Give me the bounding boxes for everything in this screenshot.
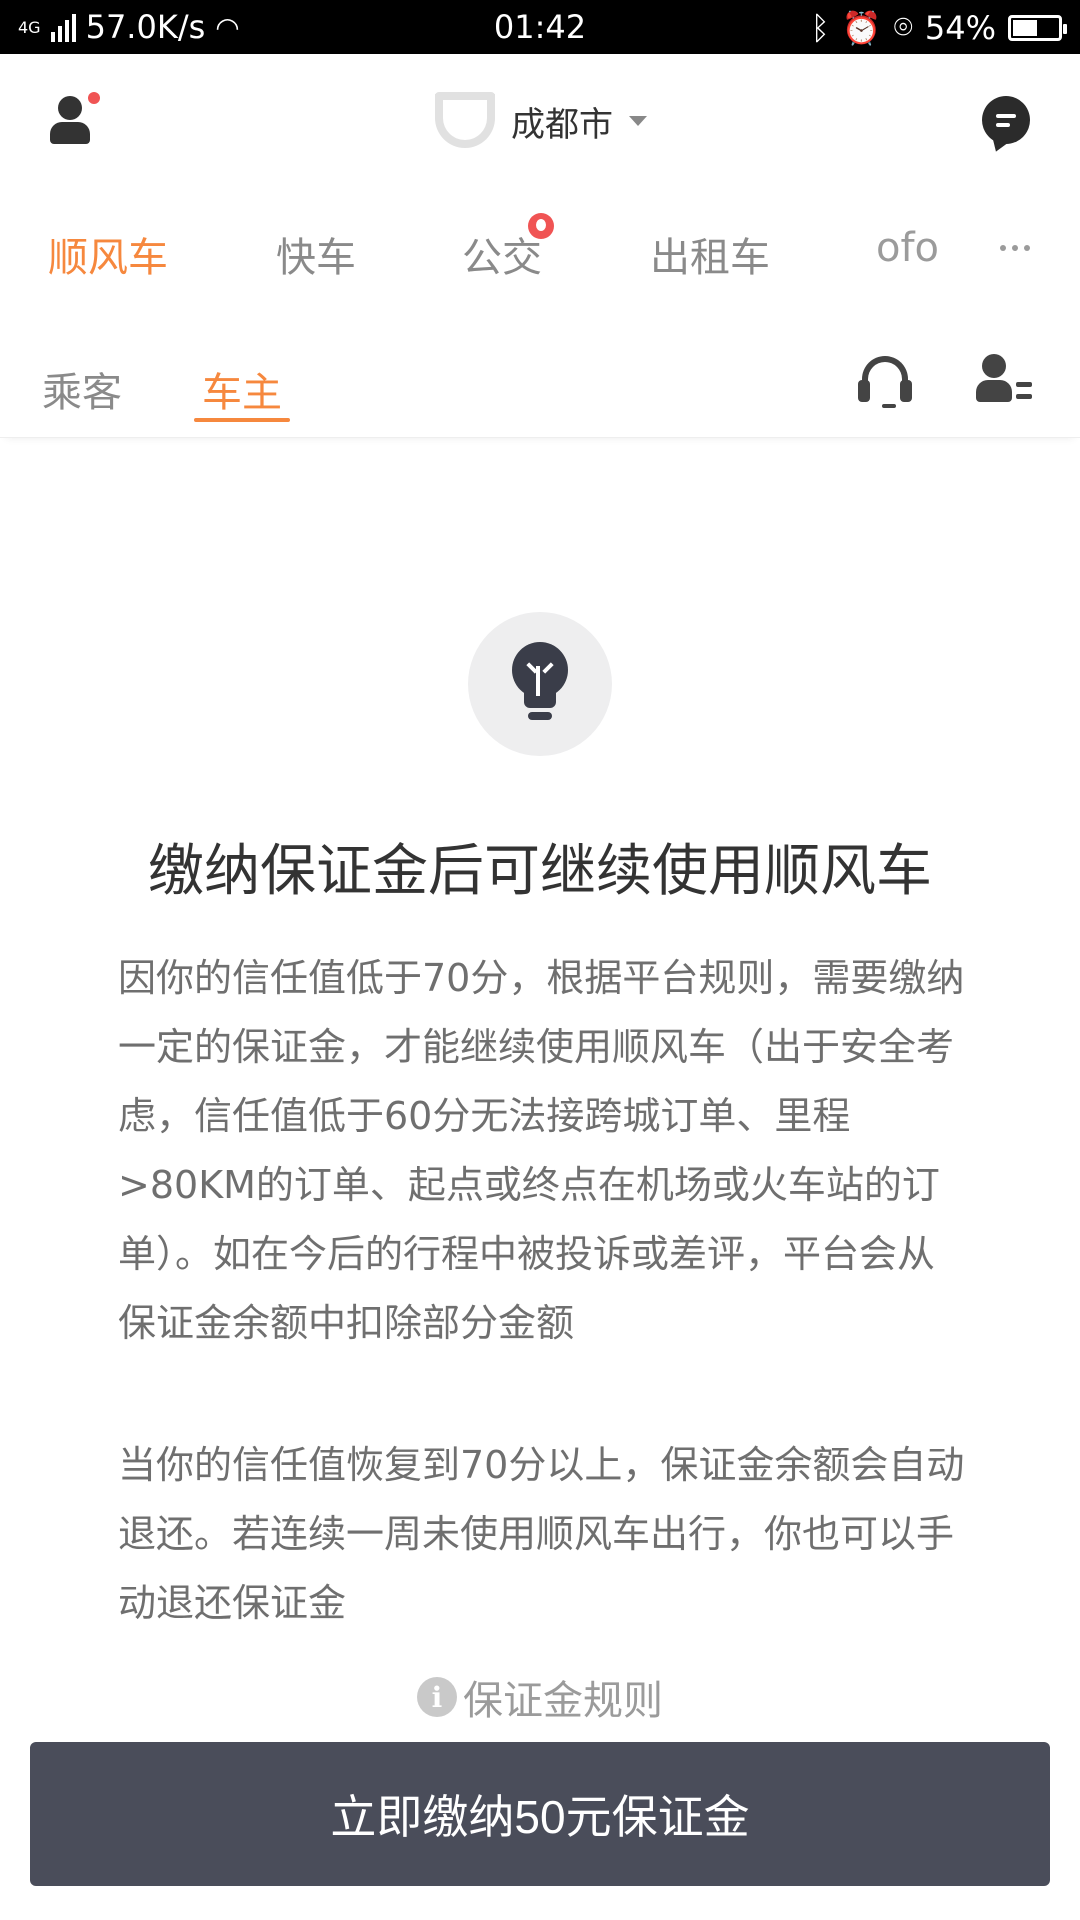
more-icon[interactable] bbox=[1000, 245, 1030, 251]
tab-driver[interactable]: 车主 bbox=[202, 360, 282, 418]
clock: 01:42 bbox=[493, 8, 587, 46]
tab-gongjiao[interactable]: 公交 bbox=[462, 213, 554, 283]
bluetooth-icon: ᛒ bbox=[810, 8, 830, 47]
city-selector[interactable]: 成都市 bbox=[435, 92, 647, 148]
tab-shunfengche[interactable]: 顺风车 bbox=[48, 225, 168, 283]
battery-icon bbox=[1008, 14, 1067, 41]
service-tabs: 顺风车 快车 公交 出租车 ofo bbox=[0, 213, 1080, 295]
message-icon[interactable] bbox=[982, 96, 1030, 155]
role-tabs: 乘客 车主 bbox=[0, 340, 1080, 438]
customer-service-icon[interactable] bbox=[858, 354, 912, 408]
app-header: 成都市 bbox=[0, 54, 1080, 184]
fire-icon bbox=[528, 213, 554, 239]
info-icon: i bbox=[417, 1677, 457, 1717]
deposit-rules-link[interactable]: i 保证金规则 bbox=[0, 1668, 1080, 1726]
battery-percent: 54% bbox=[924, 8, 996, 47]
lightbulb-icon bbox=[468, 612, 612, 756]
notification-dot bbox=[88, 92, 100, 104]
tab-gongjiao-label: 公交 bbox=[462, 235, 542, 281]
driver-profile-icon[interactable] bbox=[976, 354, 1032, 408]
status-bar: 4G 57.0K/s ◠ 01:42 ᛒ ⏰ ⌾ 54% bbox=[0, 0, 1080, 54]
tab-kuaiche[interactable]: 快车 bbox=[276, 225, 356, 283]
tab-passenger[interactable]: 乘客 bbox=[42, 360, 122, 418]
location-icon: ⌾ bbox=[893, 8, 913, 46]
active-tab-indicator bbox=[194, 418, 290, 422]
alarm-icon: ⏰ bbox=[841, 8, 882, 47]
tab-ofo[interactable]: ofo bbox=[876, 225, 939, 271]
tab-chuzuche[interactable]: 出租车 bbox=[650, 225, 770, 283]
refund-explanation: 当你的信任值恢复到70分以上，保证金余额会自动退还。若连续一周未使用顺风车出行，… bbox=[118, 1443, 965, 1625]
didi-logo-icon bbox=[435, 92, 495, 148]
caret-down-icon bbox=[629, 116, 647, 126]
pay-deposit-button[interactable]: 立即缴纳50元保证金 bbox=[30, 1742, 1050, 1886]
deposit-rules-label: 保证金规则 bbox=[463, 1678, 663, 1724]
city-name: 成都市 bbox=[511, 104, 613, 145]
deposit-explanation: 因你的信任值低于70分，根据平台规则，需要缴纳一定的保证金，才能继续使用顺风车（… bbox=[118, 956, 965, 1345]
user-profile-icon[interactable] bbox=[48, 92, 100, 150]
page-title: 缴纳保证金后可继续使用顺风车 bbox=[148, 839, 932, 904]
